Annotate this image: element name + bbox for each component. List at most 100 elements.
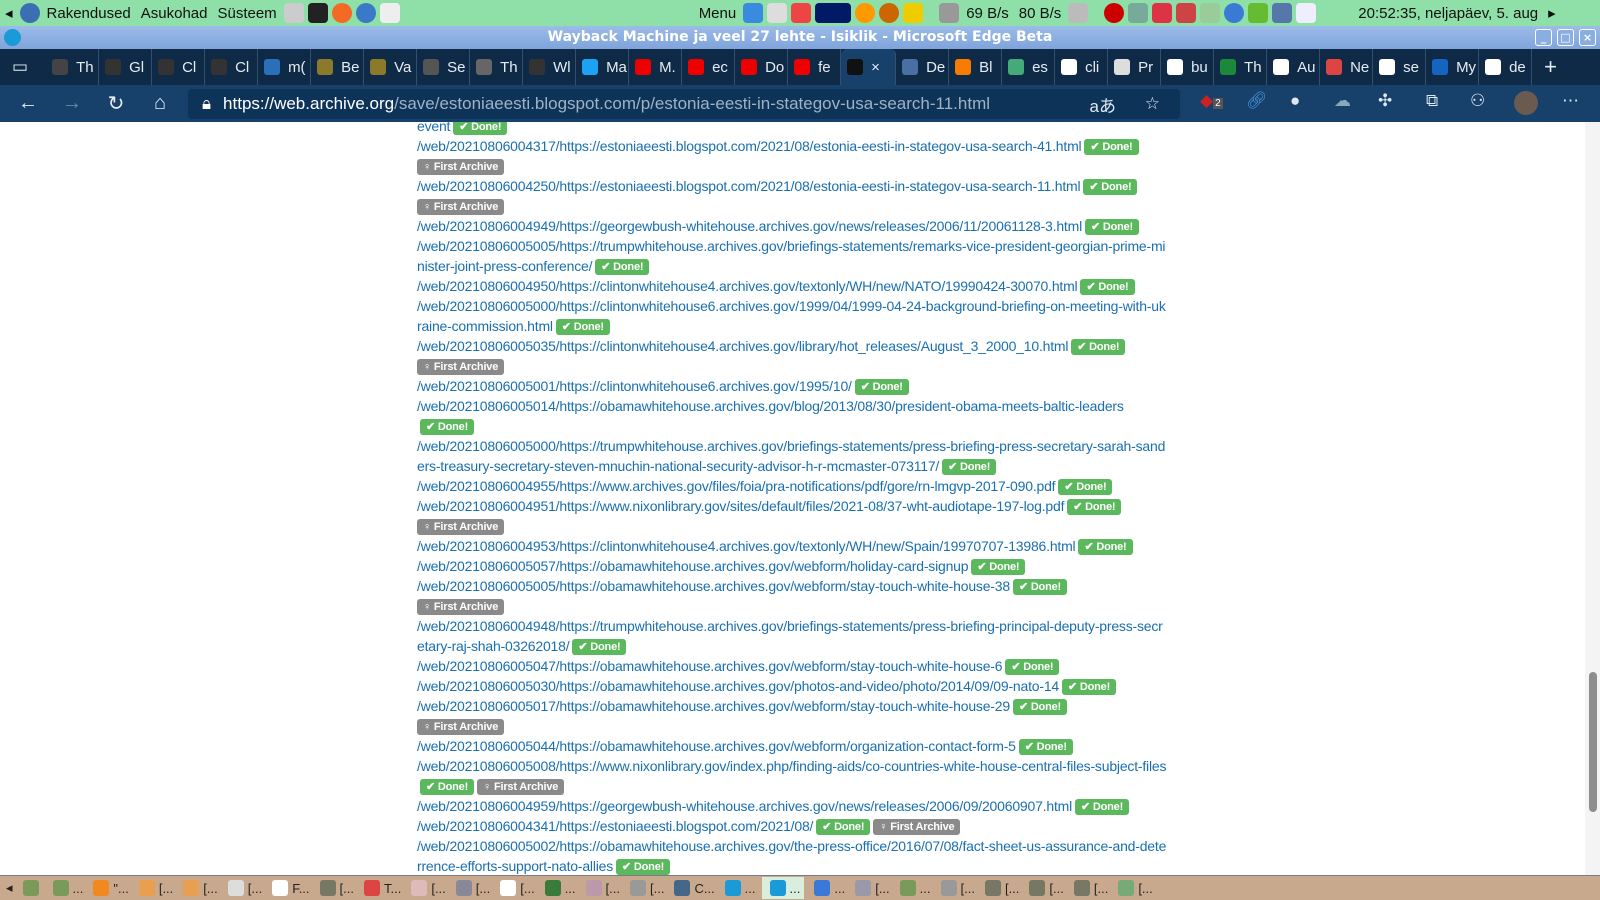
taskbar-item[interactable]: [...	[582, 880, 620, 896]
archived-link[interactable]: /web/20210806004948/https://trumpwhiteho…	[417, 618, 1163, 654]
tab[interactable]: es	[1002, 49, 1056, 85]
cpufreq-icon[interactable]	[791, 3, 812, 23]
terminal-icon[interactable]	[307, 3, 328, 23]
qbittorrent-icon[interactable]	[1224, 3, 1245, 23]
tab[interactable]: Ma	[576, 49, 630, 85]
archived-link[interactable]: /web/20210806004250/https://estoniaeesti…	[417, 178, 1081, 194]
archived-link[interactable]: /web/20210806004317/https://estoniaeesti…	[417, 138, 1082, 154]
tab[interactable]: Th	[1214, 49, 1268, 85]
taskbar-item[interactable]: [...	[981, 880, 1019, 896]
taskbar-item[interactable]: [...	[179, 880, 218, 896]
tab[interactable]: ec	[682, 49, 736, 85]
volume-icon[interactable]	[1068, 3, 1089, 23]
profile-switch-icon[interactable]: ⚇	[1470, 91, 1485, 111]
taskbar-item[interactable]: [...	[224, 880, 262, 896]
taskbar-item[interactable]: [...	[626, 880, 664, 896]
archived-link[interactable]: /web/20210806004950/https://clintonwhite…	[417, 278, 1078, 294]
taskbar-item[interactable]: "...	[89, 880, 129, 896]
favorite-star-icon[interactable]: ☆	[1145, 94, 1160, 114]
link-extension-icon[interactable]: 🔗︎	[1246, 91, 1268, 111]
tab[interactable]: de	[1479, 49, 1533, 85]
archived-link[interactable]: /web/20210806004955/https://www.archives…	[417, 478, 1056, 494]
taskbar-left-arrow[interactable]: ◂	[6, 880, 13, 896]
tab[interactable]: Va	[364, 49, 418, 85]
archived-link[interactable]: /web/20210806005002/https://obamawhiteho…	[417, 838, 1166, 874]
tab[interactable]: De	[896, 49, 950, 85]
tab[interactable]: Th	[470, 49, 524, 85]
taskbar-item[interactable]: ...	[49, 880, 83, 896]
tab[interactable]: m(	[258, 49, 312, 85]
home-button[interactable]: ⌂	[138, 92, 182, 115]
collections-icon[interactable]: ⧉	[1426, 91, 1438, 111]
extensions-puzzle-icon[interactable]: ✣	[1378, 91, 1392, 111]
taskbar-item[interactable]: F...	[268, 880, 310, 896]
archived-link[interactable]: /web/20210806004951/https://www.nixonlib…	[417, 498, 1064, 514]
firefox-icon[interactable]	[331, 3, 352, 23]
tab[interactable]: Bl	[949, 49, 1003, 85]
archived-link[interactable]: /web/20210806005014/https://obamawhiteho…	[417, 398, 1124, 414]
panel-right-arrow[interactable]: ▸	[1548, 4, 1556, 22]
archived-link[interactable]: /web/20210806005017/https://obamawhiteho…	[417, 698, 1010, 714]
archived-link[interactable]: /web/20210806005057/https://obamawhiteho…	[417, 558, 969, 574]
tab[interactable]: My	[1426, 49, 1480, 85]
taskbar-item[interactable]: [...	[1070, 880, 1108, 896]
close-window-button[interactable]: ×	[1579, 29, 1596, 46]
archived-link[interactable]: /web/20210806005008/https://www.nixonlib…	[417, 758, 1166, 774]
menu-icon[interactable]	[672, 3, 692, 23]
tab[interactable]: Be	[311, 49, 365, 85]
tab[interactable]: Ne	[1320, 49, 1374, 85]
timer-icon[interactable]	[767, 3, 788, 23]
fedora-logo-icon[interactable]	[19, 3, 40, 23]
im-icon[interactable]	[1200, 3, 1221, 23]
archived-link[interactable]: /web/20210806004959/https://georgewbush-…	[417, 798, 1072, 814]
taskbar-item[interactable]: [...	[1025, 880, 1064, 896]
avatar[interactable]	[1514, 91, 1538, 115]
menu-applications[interactable]: Rakendused	[47, 5, 131, 22]
tasks-icon[interactable]	[743, 3, 764, 23]
minimize-button[interactable]: _	[1535, 29, 1552, 46]
tab[interactable]: se	[1373, 49, 1427, 85]
archived-link[interactable]: event	[417, 122, 450, 134]
clock[interactable]: 20:52:35, neljapäev, 5. aug	[1358, 5, 1538, 22]
archived-link[interactable]: /web/20210806005035/https://clintonwhite…	[417, 338, 1068, 354]
tab[interactable]: M.	[629, 49, 683, 85]
back-button[interactable]: ←	[6, 92, 50, 115]
taskbar-item[interactable]: ...	[810, 880, 845, 896]
menu-system[interactable]: Süsteem	[217, 5, 276, 22]
tab[interactable]: Gl	[99, 49, 153, 85]
page-scrollbar[interactable]	[1585, 122, 1600, 875]
menu-places[interactable]: Asukohad	[141, 5, 208, 22]
archived-link[interactable]: /web/20210806005000/https://trumpwhiteho…	[417, 438, 1165, 474]
bluetooth-icon[interactable]	[1128, 3, 1149, 23]
cloud-extension-icon[interactable]: ☁	[1334, 91, 1351, 111]
archived-link[interactable]: /web/20210806005030/https://obamawhiteho…	[417, 678, 1059, 694]
taskbar-item[interactable]: [...	[1114, 880, 1153, 896]
taskbar-item[interactable]: ...	[721, 880, 756, 896]
taskbar-item[interactable]: C...	[670, 880, 715, 896]
firewall-icon[interactable]	[1176, 3, 1197, 23]
taskbar-item[interactable]: [...	[496, 880, 535, 896]
tab[interactable]: Se	[417, 49, 471, 85]
archived-link[interactable]: /web/20210806005005/https://obamawhiteho…	[417, 578, 1010, 594]
text-editor-icon[interactable]	[379, 3, 400, 23]
more-menu-icon[interactable]: ⋯	[1562, 91, 1579, 111]
taskbar-item[interactable]: [...	[452, 880, 490, 896]
taskbar-item[interactable]: [...	[851, 880, 890, 896]
new-tab-button[interactable]: +	[1544, 54, 1557, 80]
lock-icon[interactable]: 🔒︎	[202, 94, 211, 114]
tab-active[interactable]: ×	[841, 49, 897, 85]
taskbar-item[interactable]: ...	[761, 877, 805, 899]
tab[interactable]: Wl	[523, 49, 577, 85]
tab[interactable]: bu	[1161, 49, 1215, 85]
taskbar-item[interactable]: [...	[135, 880, 173, 896]
archived-link[interactable]: /web/20210806005000/https://clintonwhite…	[417, 298, 1166, 334]
extension-icon[interactable]: ●	[1290, 91, 1300, 111]
tab-close-button[interactable]: ×	[871, 59, 880, 76]
battery-icon[interactable]	[1296, 3, 1317, 23]
ublock-icon[interactable]: ◆ 2	[1200, 91, 1223, 111]
record-icon[interactable]	[1104, 3, 1125, 23]
scrollbar-thumb[interactable]	[1589, 672, 1597, 812]
file-cabinet-icon[interactable]	[283, 3, 304, 23]
tab[interactable]: Cl	[205, 49, 259, 85]
archived-link[interactable]: /web/20210806005047/https://obamawhiteho…	[417, 658, 1003, 674]
